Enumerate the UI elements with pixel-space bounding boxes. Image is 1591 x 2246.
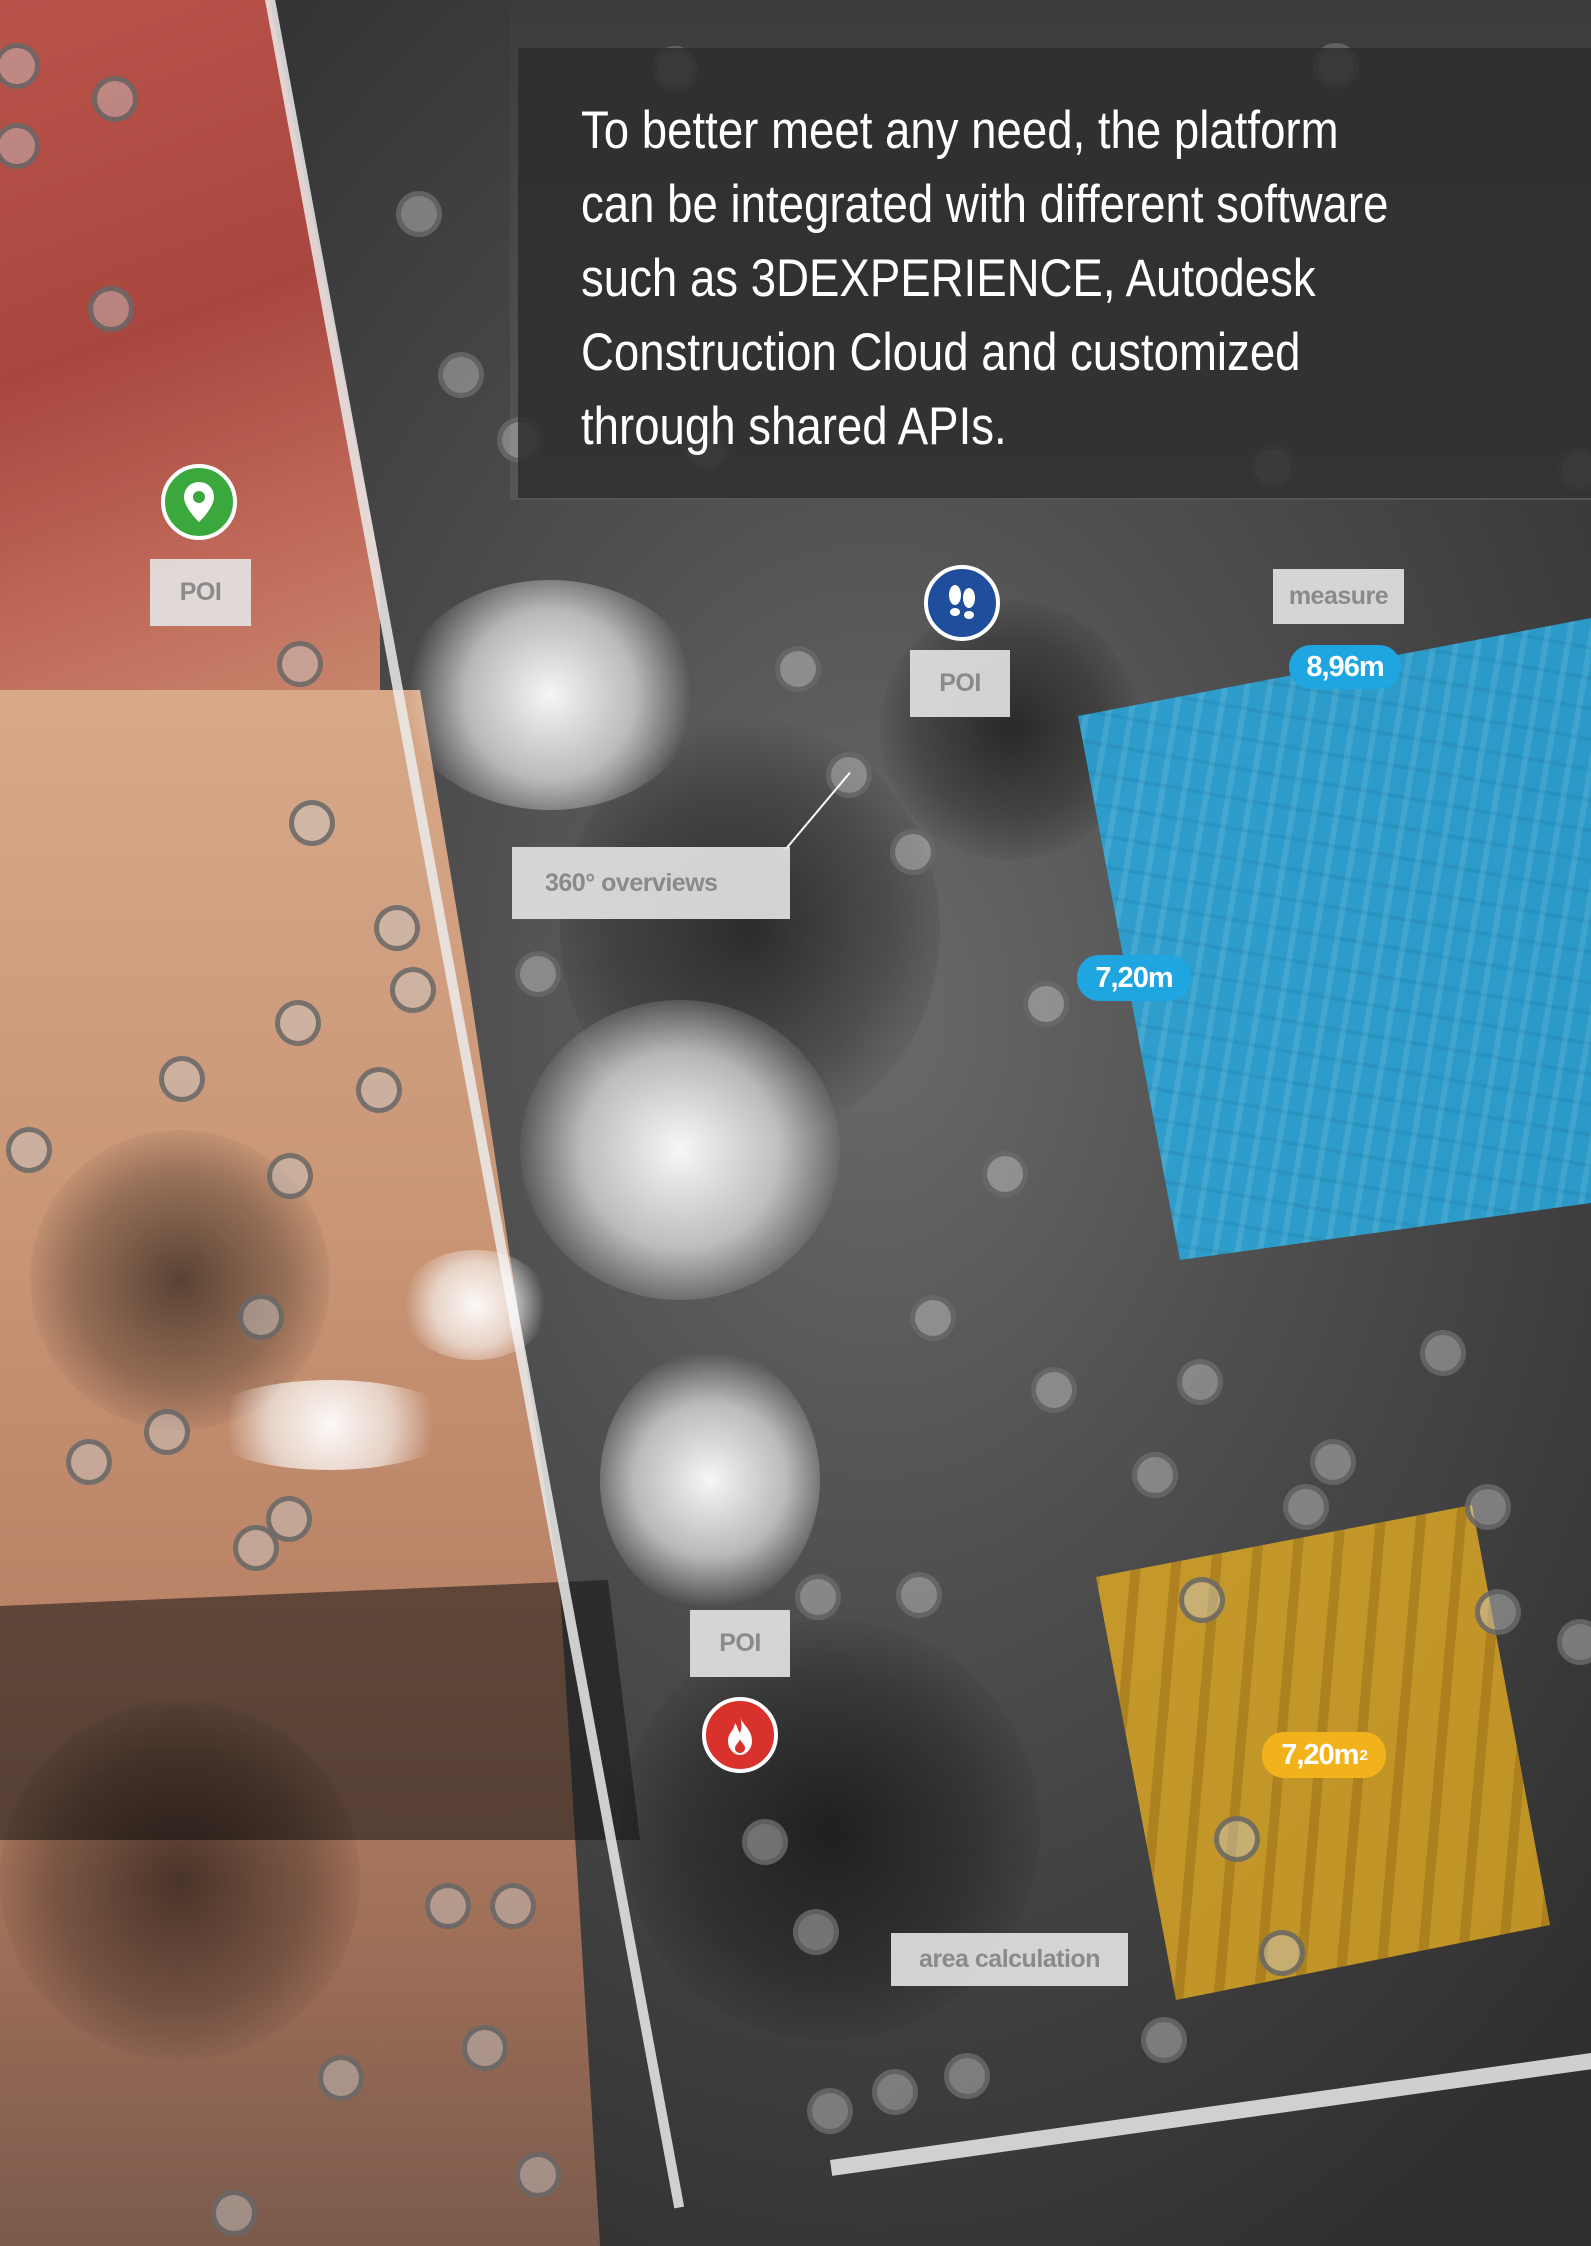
overview-waypoint[interactable] bbox=[944, 2053, 990, 2099]
point-cloud-viewer[interactable]: To better meet any need, the platform ca… bbox=[0, 0, 1591, 2246]
overview-waypoint[interactable] bbox=[795, 1574, 841, 1620]
overview-waypoint[interactable] bbox=[793, 1909, 839, 1955]
overview-waypoint[interactable] bbox=[872, 2069, 918, 2115]
poi-label: POI bbox=[910, 650, 1010, 717]
fire-icon[interactable] bbox=[702, 1697, 778, 1773]
overview-waypoint[interactable] bbox=[515, 951, 561, 997]
tree-canopy bbox=[520, 1000, 840, 1300]
info-panel-text: To better meet any need, the platform ca… bbox=[581, 101, 1389, 456]
footprints-glyph bbox=[949, 585, 975, 619]
overview-waypoint[interactable] bbox=[1177, 1359, 1223, 1405]
overview-waypoint[interactable] bbox=[490, 1883, 536, 1929]
overview-waypoint[interactable] bbox=[1475, 1589, 1521, 1635]
fire-glyph bbox=[728, 1716, 752, 1755]
map-pin-glyph bbox=[184, 482, 214, 522]
overview-waypoint[interactable] bbox=[356, 1067, 402, 1113]
poi-label: POI bbox=[150, 559, 251, 626]
tree-canopy bbox=[400, 1250, 550, 1360]
overview-waypoint[interactable] bbox=[1310, 1439, 1356, 1485]
tree-canopy bbox=[200, 1380, 460, 1470]
overview-waypoint[interactable] bbox=[1283, 1484, 1329, 1530]
area-value: 7,20m bbox=[1281, 1738, 1359, 1771]
overview-waypoint[interactable] bbox=[144, 1409, 190, 1455]
footprints-icon[interactable] bbox=[924, 565, 1000, 641]
overview-waypoint[interactable] bbox=[462, 2025, 508, 2071]
poi-label: POI bbox=[690, 1610, 790, 1677]
overview-waypoint[interactable] bbox=[807, 2088, 853, 2134]
overview-waypoint[interactable] bbox=[289, 800, 335, 846]
width-measurement: 8,96m bbox=[1289, 645, 1401, 689]
overview-waypoint[interactable] bbox=[910, 1295, 956, 1341]
overview-waypoint[interactable] bbox=[515, 2152, 561, 2198]
overview-waypoint[interactable] bbox=[1465, 1484, 1511, 1530]
overview-waypoint[interactable] bbox=[6, 1127, 52, 1173]
overview-waypoint[interactable] bbox=[390, 967, 436, 1013]
overview-waypoint[interactable] bbox=[318, 2055, 364, 2101]
overview-waypoint[interactable] bbox=[88, 286, 134, 332]
shadow-blob bbox=[0, 1700, 360, 2060]
overview-waypoint[interactable] bbox=[775, 646, 821, 692]
overview-waypoint[interactable] bbox=[1557, 1619, 1591, 1665]
overview-waypoint[interactable] bbox=[159, 1056, 205, 1102]
overview-waypoint[interactable] bbox=[1179, 1577, 1225, 1623]
overview-waypoint[interactable] bbox=[896, 1572, 942, 1618]
measure-label: measure bbox=[1273, 569, 1404, 624]
tree-canopy bbox=[600, 1350, 820, 1610]
tree-canopy bbox=[400, 580, 700, 810]
overview-waypoint[interactable] bbox=[1420, 1330, 1466, 1376]
measure-area-texture bbox=[1078, 618, 1591, 1260]
overviews-label: 360° overviews bbox=[512, 847, 790, 919]
overview-waypoint[interactable] bbox=[1031, 1367, 1077, 1413]
overview-waypoint[interactable] bbox=[438, 352, 484, 398]
overview-waypoint[interactable] bbox=[890, 829, 936, 875]
roof-edge-line-bottom bbox=[830, 2048, 1591, 2176]
overview-waypoint[interactable] bbox=[233, 1525, 279, 1571]
overview-waypoint[interactable] bbox=[275, 1000, 321, 1046]
area-calculation-label: area calculation bbox=[891, 1933, 1128, 1986]
overview-waypoint[interactable] bbox=[982, 1151, 1028, 1197]
overview-waypoint[interactable] bbox=[92, 76, 138, 122]
overview-waypoint[interactable] bbox=[742, 1819, 788, 1865]
overview-waypoint[interactable] bbox=[267, 1153, 313, 1199]
overview-waypoint[interactable] bbox=[396, 191, 442, 237]
height-measurement: 7,20m bbox=[1077, 955, 1191, 1001]
overview-waypoint[interactable] bbox=[277, 641, 323, 687]
overview-waypoint[interactable] bbox=[1023, 981, 1069, 1027]
overview-waypoint[interactable] bbox=[374, 905, 420, 951]
overview-waypoint[interactable] bbox=[1214, 1816, 1260, 1862]
area-unit-superscript: 2 bbox=[1359, 1746, 1367, 1764]
overview-waypoint[interactable] bbox=[66, 1439, 112, 1485]
overview-waypoint[interactable] bbox=[238, 1294, 284, 1340]
overview-waypoint[interactable] bbox=[425, 1883, 471, 1929]
area-measurement: 7,20m 2 bbox=[1262, 1732, 1386, 1778]
overview-waypoint[interactable] bbox=[211, 2190, 257, 2236]
overview-waypoint[interactable] bbox=[1141, 2017, 1187, 2063]
overview-waypoint[interactable] bbox=[1259, 1930, 1305, 1976]
overview-waypoint[interactable] bbox=[1132, 1452, 1178, 1498]
map-pin-icon[interactable] bbox=[161, 464, 237, 540]
